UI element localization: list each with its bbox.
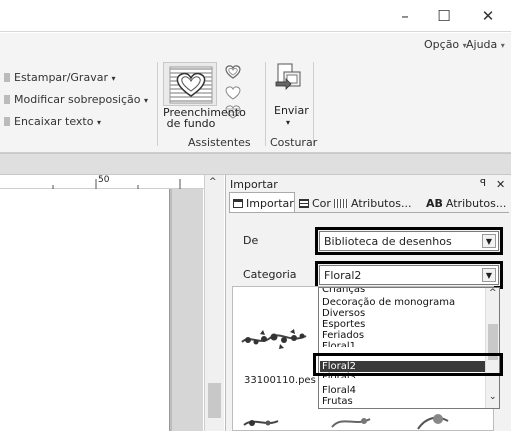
scroll-down-icon[interactable]: ⌄ bbox=[489, 392, 497, 402]
highlight-frame-category bbox=[315, 261, 503, 289]
list-item[interactable]: Floral1 bbox=[322, 341, 356, 347]
scroll-up-icon[interactable]: ^ bbox=[489, 288, 497, 298]
list-item[interactable]: Floral4 bbox=[322, 385, 356, 396]
modify-overlap-button[interactable]: Modificar sobreposição ▾ bbox=[14, 93, 148, 106]
ribbon-separator bbox=[157, 62, 158, 146]
background-fill-button[interactable] bbox=[163, 62, 217, 106]
heart-pattern-icon bbox=[169, 66, 213, 104]
list-item[interactable]: Decoração de monograma bbox=[322, 297, 455, 308]
stamp-engrave-label: Estampar/Gravar bbox=[14, 71, 108, 84]
import-tab-icon bbox=[233, 198, 243, 208]
tab-divider bbox=[229, 212, 509, 213]
panel-close-button[interactable]: ✕ bbox=[496, 178, 505, 191]
stamp-icon bbox=[4, 73, 10, 82]
stamp-engrave-button[interactable]: Estampar/Gravar ▾ bbox=[14, 71, 115, 84]
scroll-up-icon[interactable]: ^ bbox=[209, 177, 217, 187]
menu-help-label: Ajuda bbox=[466, 38, 498, 51]
tab-color-label: Cor bbox=[312, 196, 331, 210]
horizontal-ruler: 50 bbox=[0, 175, 205, 189]
chevron-down-icon: ▾ bbox=[111, 74, 116, 83]
text-attributes-icon: AB bbox=[426, 196, 443, 210]
panel-title: Importar bbox=[230, 178, 278, 191]
tab-text-attributes-label: Atributos... bbox=[445, 196, 507, 210]
group-label-sewing: Costurar bbox=[270, 136, 318, 149]
canvas-vertical-scrollbar[interactable]: ^ bbox=[204, 175, 224, 431]
send-button[interactable]: Enviar bbox=[274, 104, 309, 117]
menu-help[interactable]: Ajuda ▾ bbox=[466, 38, 505, 51]
tab-stitch-attributes[interactable]: Atributos... bbox=[334, 194, 411, 212]
menu-option-label: Opção bbox=[424, 38, 460, 51]
tab-stitch-attributes-label: Atributos... bbox=[351, 196, 412, 210]
from-label: De bbox=[243, 234, 259, 247]
chevron-down-icon[interactable]: ▾ bbox=[286, 118, 290, 127]
ruler-mark-label: 50 bbox=[98, 175, 110, 185]
tab-import[interactable]: Importar bbox=[233, 194, 294, 212]
modify-overlap-label: Modificar sobreposição bbox=[14, 93, 141, 106]
tab-color[interactable]: Cor bbox=[299, 194, 331, 212]
tab-import-label: Importar bbox=[246, 196, 294, 210]
tab-text-attributes[interactable]: AB Atributos... bbox=[426, 194, 506, 212]
chevron-down-icon: ▾ bbox=[144, 96, 149, 105]
group-label-assistants: Assistentes bbox=[188, 136, 251, 149]
highlight-frame-selected-option bbox=[313, 353, 503, 376]
list-item[interactable]: Esportes bbox=[322, 319, 365, 330]
close-button[interactable]: ✕ bbox=[466, 0, 510, 32]
list-item[interactable]: Crianças bbox=[322, 288, 365, 295]
design-page[interactable] bbox=[0, 189, 170, 431]
heart-outline-icon[interactable] bbox=[222, 64, 244, 83]
fit-text-icon bbox=[4, 117, 10, 126]
list-item[interactable]: Frutas bbox=[322, 396, 353, 407]
category-label: Categoria bbox=[243, 268, 297, 281]
fit-text-label: Encaixar texto bbox=[14, 115, 94, 128]
list-item[interactable]: Diversos bbox=[322, 308, 365, 319]
file-name-label: 33100110.pes bbox=[244, 375, 316, 386]
heart-outline-thin-icon[interactable] bbox=[222, 85, 244, 104]
highlight-frame-from bbox=[315, 227, 503, 255]
menu-option[interactable]: Opção ▾ bbox=[424, 38, 467, 51]
floral-design-thumbnail[interactable] bbox=[240, 328, 310, 355]
pin-icon[interactable]: ꟼ bbox=[480, 178, 486, 189]
stitch-attributes-icon bbox=[334, 198, 348, 208]
background-fill-label[interactable]: Preenchimento de fundo bbox=[163, 107, 246, 130]
category-dropdown-list[interactable]: Crianças Decoração de monograma Diversos… bbox=[318, 287, 500, 409]
chevron-down-icon: ▾ bbox=[500, 41, 505, 50]
ribbon-separator bbox=[313, 62, 314, 146]
minimize-button[interactable]: – bbox=[383, 0, 427, 32]
toolbar-strip bbox=[0, 153, 511, 175]
color-tab-icon bbox=[299, 198, 309, 208]
send-icon[interactable] bbox=[272, 62, 304, 97]
overlap-icon bbox=[4, 95, 10, 104]
maximize-button[interactable]: ☐ bbox=[422, 0, 466, 32]
scrollbar-thumb[interactable] bbox=[208, 383, 221, 418]
list-item[interactable]: Feriados bbox=[322, 330, 364, 341]
dropdown-scrollbar[interactable]: ^ ⌄ bbox=[485, 288, 499, 408]
ribbon-separator bbox=[265, 62, 266, 146]
chevron-down-icon: ▾ bbox=[96, 118, 101, 127]
fit-text-button[interactable]: Encaixar texto ▾ bbox=[14, 115, 101, 128]
floral-design-thumbnail[interactable] bbox=[242, 413, 492, 431]
background-fill-label-line2: de fundo bbox=[166, 117, 216, 130]
